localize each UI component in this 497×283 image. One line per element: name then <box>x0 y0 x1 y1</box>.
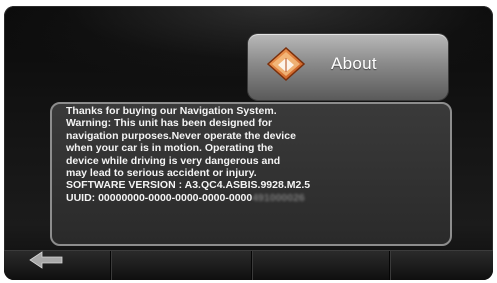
info-line: when your car is in motion. Operating th… <box>66 142 274 155</box>
info-line: navigation purposes.Never operate the de… <box>66 129 296 142</box>
back-button[interactable] <box>28 250 64 270</box>
uuid-line: UUID: 00000000-0000-0000-0000-0000491000… <box>66 192 436 204</box>
uuid-label: UUID: 00000000-0000-0000-0000-0000 <box>66 191 253 204</box>
info-line: Thanks for buying our Navigation System. <box>66 105 277 117</box>
about-title: About <box>331 54 377 73</box>
back-arrow-icon <box>29 251 63 269</box>
info-text: Thanks for buying our Navigation System.… <box>66 105 436 204</box>
uuid-blurred-value: 491000026 <box>252 191 305 204</box>
about-tab[interactable]: About <box>248 34 448 100</box>
info-line: may lead to serious accident or injury. <box>66 167 257 180</box>
software-version: SOFTWARE VERSION : A3.QC4.ASBIS.9928.M2.… <box>66 179 311 192</box>
about-book-icon <box>266 46 306 82</box>
info-line: Warning: This unit has been designed for <box>66 117 273 130</box>
info-line: device while driving is very dangerous a… <box>66 154 281 167</box>
